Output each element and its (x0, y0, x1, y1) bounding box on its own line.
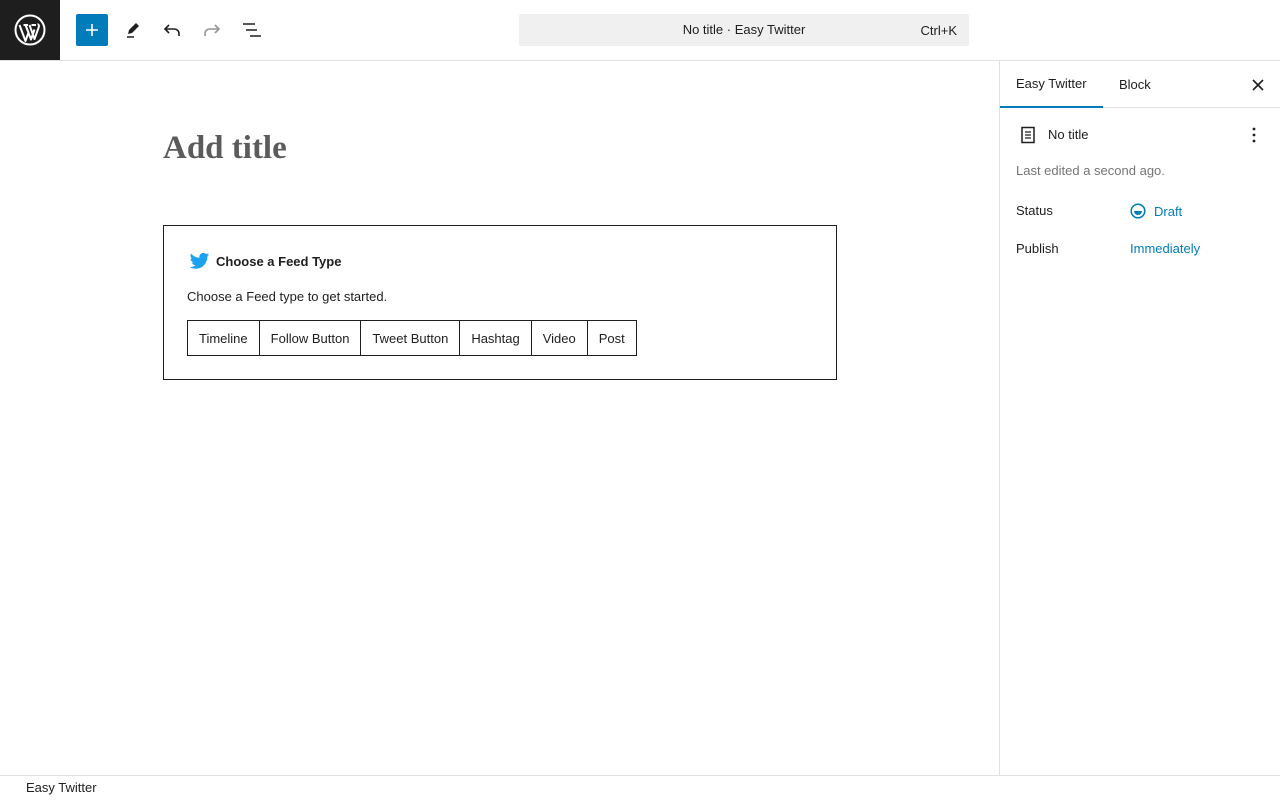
publish-date-button[interactable]: Immediately (1130, 241, 1200, 256)
breadcrumb[interactable]: Easy Twitter (26, 780, 97, 795)
feed-type-post-button[interactable]: Post (586, 320, 637, 356)
keyboard-shortcut: Ctrl+K (920, 23, 957, 38)
editor-canvas: Add title Choose a Feed Type Choose a Fe… (0, 61, 999, 775)
tab-easy-twitter[interactable]: Easy Twitter (1000, 61, 1103, 108)
feed-block-heading: Choose a Feed Type (216, 253, 342, 269)
settings-sidebar: Easy Twitter Block No title Last edited … (999, 61, 1280, 775)
document-actions-button[interactable] (1242, 123, 1266, 147)
list-view-icon (243, 23, 261, 37)
document-title-label: No title (1048, 127, 1089, 142)
feed-block-description: Choose a Feed type to get started. (187, 289, 388, 304)
feed-type-block[interactable]: Choose a Feed Type Choose a Feed type to… (163, 225, 837, 380)
document-title: No title · Easy Twitter (682, 22, 806, 37)
tab-block[interactable]: Block (1103, 61, 1167, 108)
twitter-bird-icon (190, 252, 210, 270)
pencil-icon (127, 23, 139, 38)
feed-type-timeline-button[interactable]: Timeline (187, 320, 260, 356)
feed-type-follow-button[interactable]: Follow Button (258, 320, 362, 356)
post-title-input[interactable]: Add title (163, 130, 287, 167)
tools-button[interactable] (116, 14, 148, 46)
close-sidebar-button[interactable] (1246, 73, 1270, 97)
redo-icon (204, 24, 221, 36)
undo-icon (163, 24, 180, 36)
more-vertical-icon (1252, 127, 1256, 143)
status-row: Status Draft (1016, 203, 1266, 223)
editor-header: No title · Easy Twitter Ctrl+K (0, 0, 1280, 61)
document-summary: No title (1016, 123, 1266, 147)
status-value: Draft (1154, 203, 1183, 219)
wordpress-logo-icon (14, 14, 46, 46)
publish-row: Publish Immediately (1016, 241, 1266, 261)
draft-status-icon (1130, 203, 1146, 219)
add-block-button[interactable] (76, 14, 108, 46)
command-palette-button[interactable]: No title · Easy Twitter Ctrl+K (519, 14, 969, 46)
feed-type-button-group: Timeline Follow Button Tweet Button Hash… (187, 320, 637, 356)
editor-footer: Easy Twitter (0, 775, 1280, 800)
sidebar-tabs: Easy Twitter Block (1000, 61, 1280, 108)
close-icon (1252, 79, 1264, 91)
redo-button[interactable] (196, 14, 228, 46)
wordpress-logo-button[interactable] (0, 0, 60, 60)
publish-label: Publish (1016, 241, 1059, 256)
document-icon (1021, 126, 1035, 144)
document-overview-button[interactable] (236, 14, 268, 46)
feed-type-tweet-button[interactable]: Tweet Button (360, 320, 461, 356)
status-label: Status (1016, 203, 1053, 218)
plus-icon (86, 24, 98, 36)
status-toggle-button[interactable]: Draft (1130, 203, 1182, 219)
feed-block-header: Choose a Feed Type (190, 252, 341, 270)
feed-type-hashtag-button[interactable]: Hashtag (459, 320, 532, 356)
last-edited-text: Last edited a second ago. (1016, 163, 1165, 178)
feed-type-video-button[interactable]: Video (530, 320, 588, 356)
undo-button[interactable] (156, 14, 188, 46)
